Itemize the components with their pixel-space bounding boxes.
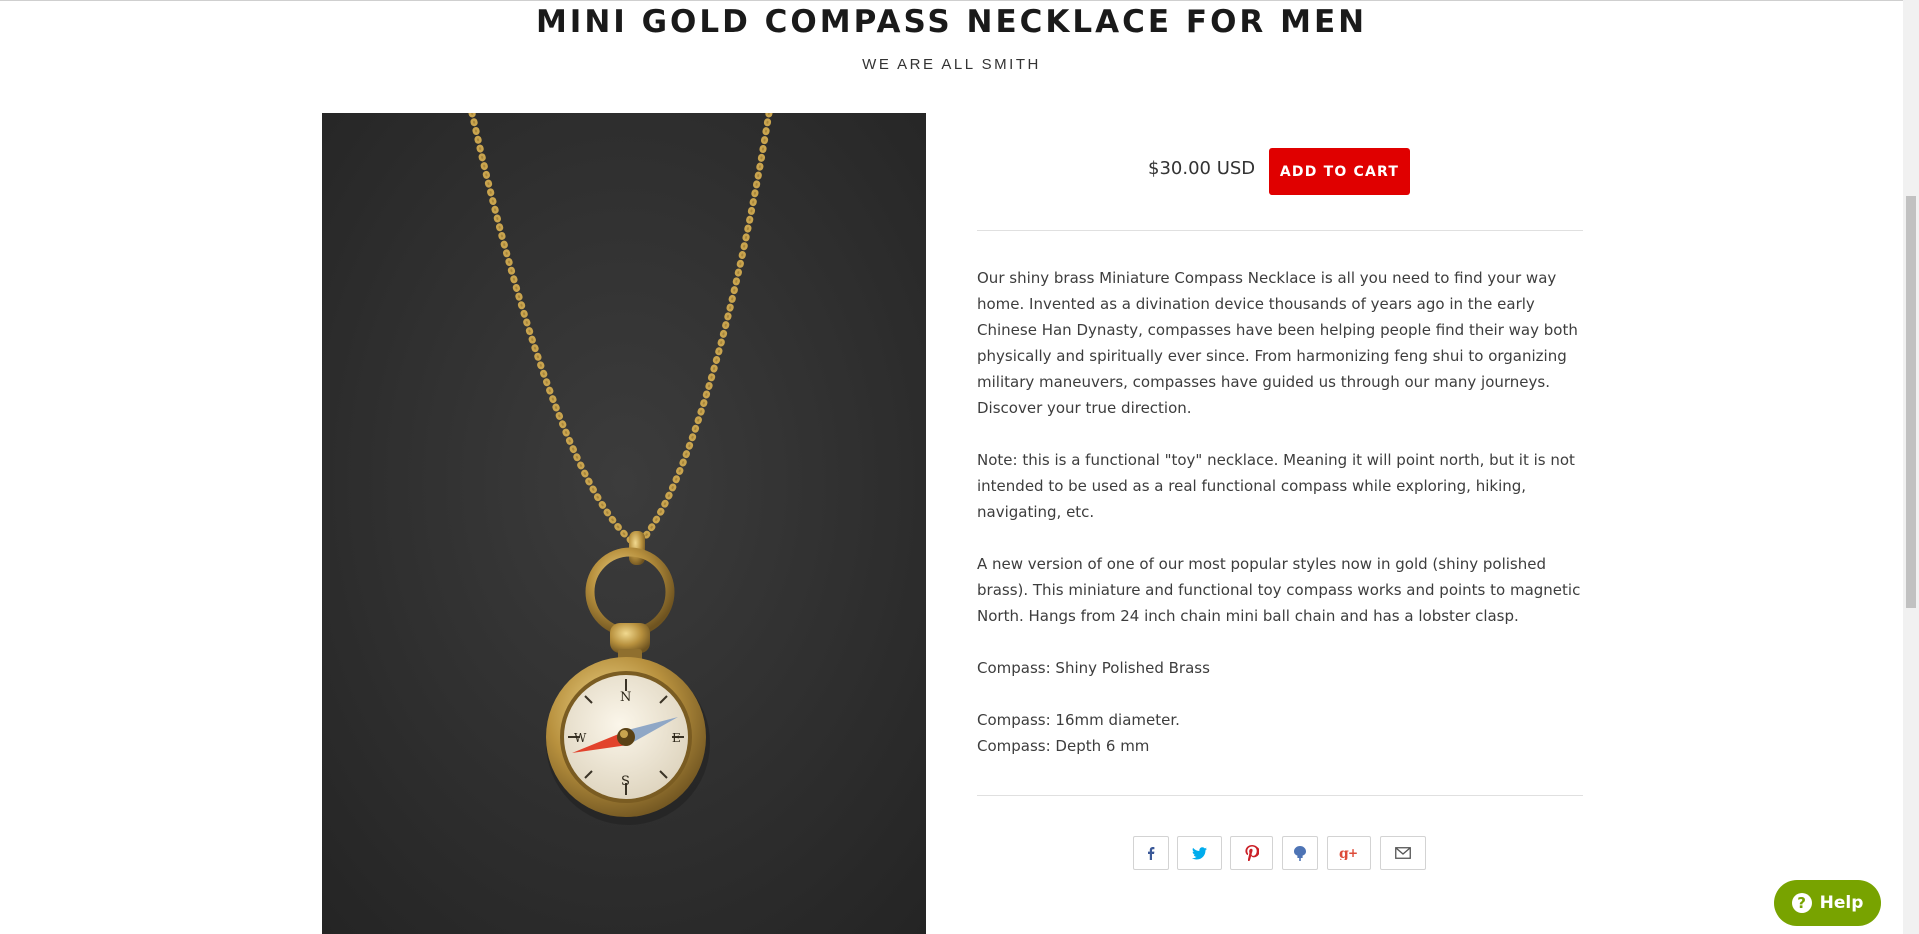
share-facebook-button[interactable] xyxy=(1133,836,1169,870)
email-icon xyxy=(1395,847,1411,859)
pinterest-icon xyxy=(1244,845,1259,861)
divider-bottom xyxy=(977,795,1583,796)
top-border xyxy=(0,0,1919,1)
help-label: Help xyxy=(1819,893,1864,913)
add-to-cart-button[interactable]: ADD TO CART xyxy=(1269,148,1410,195)
spec-depth: Compass: Depth 6 mm xyxy=(977,737,1150,755)
svg-text:W: W xyxy=(574,731,587,745)
help-widget-button[interactable]: ? Help xyxy=(1774,880,1881,926)
divider-top xyxy=(977,230,1583,231)
spec-diameter: Compass: 16mm diameter. xyxy=(977,711,1180,729)
share-google-plus-button[interactable]: g + xyxy=(1327,836,1371,870)
svg-text:+: + xyxy=(1348,846,1358,860)
question-icon: ? xyxy=(1791,893,1812,913)
description-paragraph: Compass: Shiny Polished Brass xyxy=(977,659,1210,677)
product-description: Our shiny brass Miniature Compass Neckla… xyxy=(977,265,1583,759)
product-title: MINI GOLD COMPASS NECKLACE FOR MEN xyxy=(535,4,1368,40)
svg-text:S: S xyxy=(621,774,630,789)
svg-text:N: N xyxy=(620,690,631,705)
share-fancy-button[interactable] xyxy=(1282,836,1318,870)
description-paragraph: Our shiny brass Miniature Compass Neckla… xyxy=(977,269,1578,417)
share-email-button[interactable] xyxy=(1380,836,1426,870)
fancy-icon xyxy=(1294,845,1306,861)
google-plus-icon: g + xyxy=(1339,846,1359,860)
page-scrollbar-thumb[interactable] xyxy=(1906,196,1916,608)
share-pinterest-button[interactable] xyxy=(1230,836,1273,870)
product-price: $30.00 USD xyxy=(1148,158,1256,179)
description-paragraph: A new version of one of our most popular… xyxy=(977,555,1581,625)
twitter-icon xyxy=(1192,846,1207,860)
facebook-icon xyxy=(1144,846,1158,860)
product-image[interactable]: N S W E xyxy=(322,113,926,934)
svg-text:E: E xyxy=(672,731,681,745)
share-twitter-button[interactable] xyxy=(1177,836,1222,870)
product-vendor[interactable]: WE ARE ALL SMITH xyxy=(0,56,1903,73)
description-paragraph: Note: this is a functional "toy" necklac… xyxy=(977,451,1575,521)
